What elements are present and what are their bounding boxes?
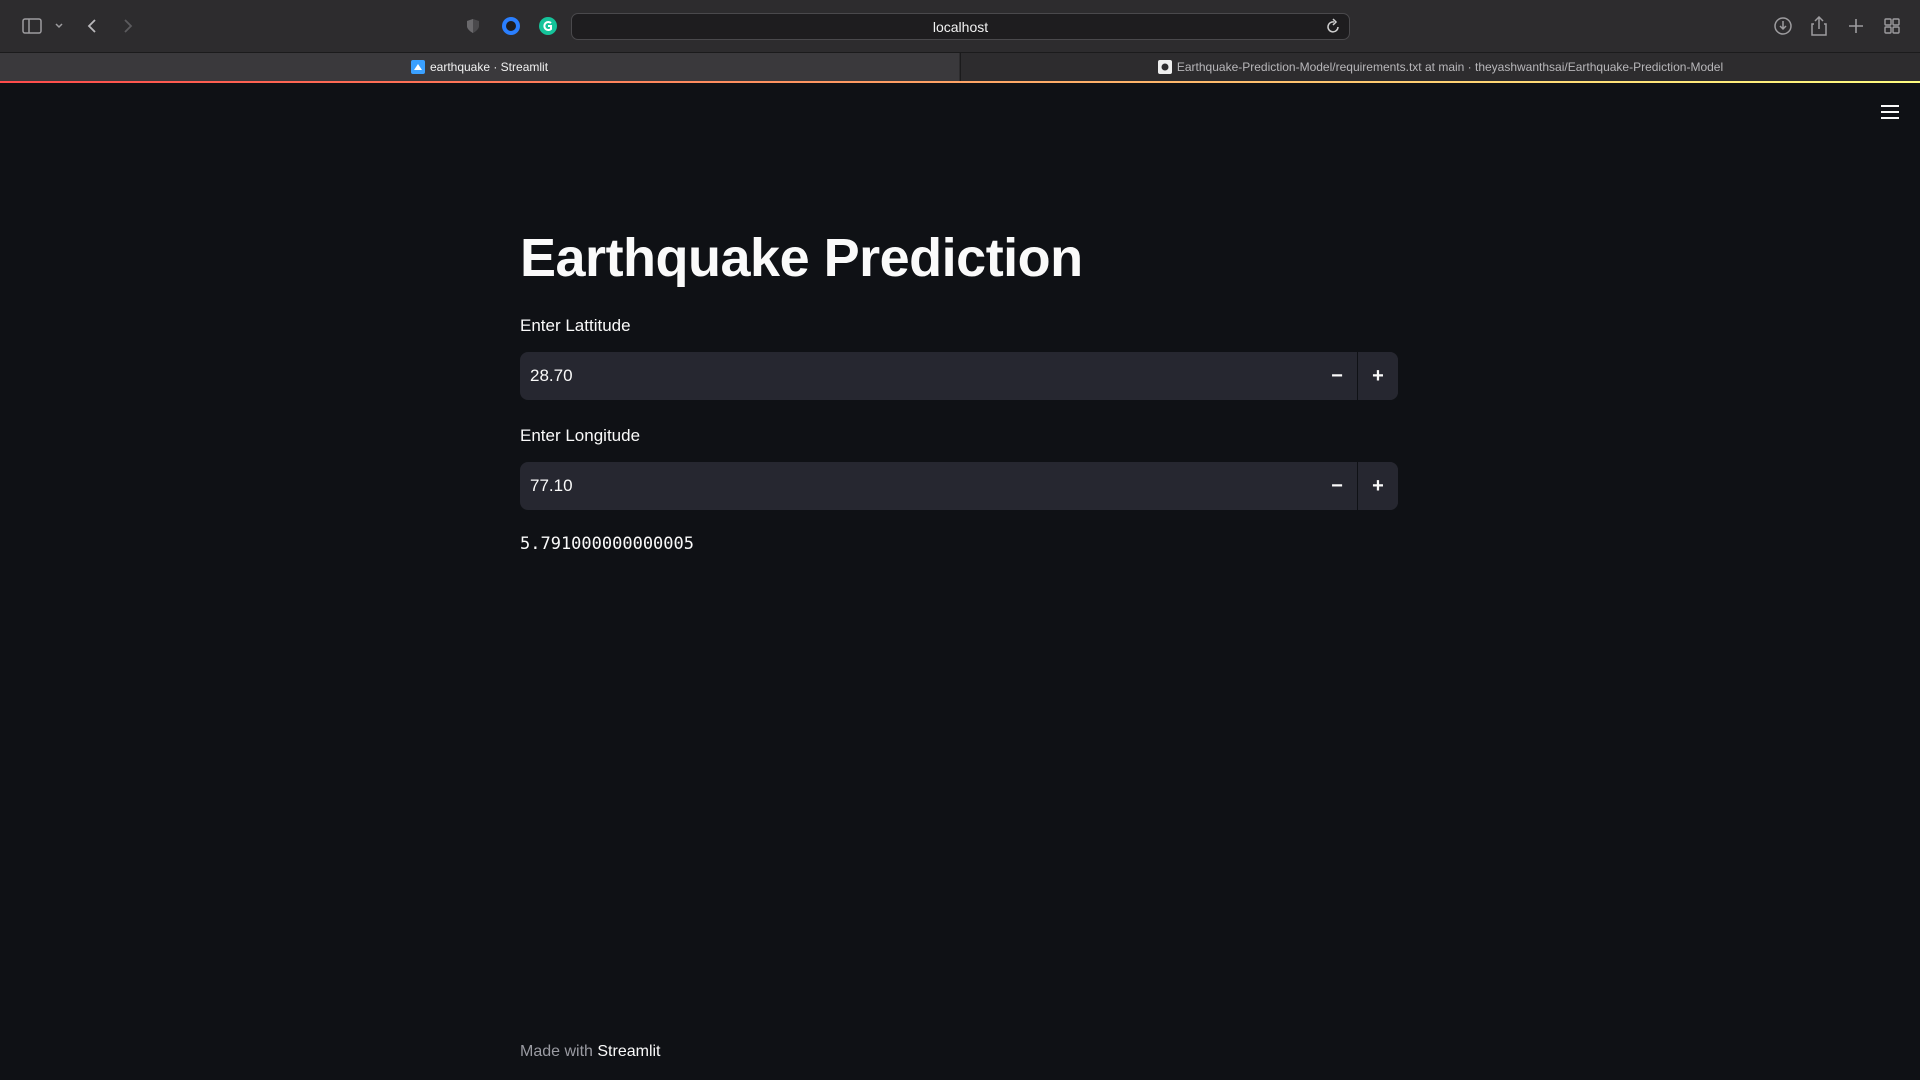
privacy-shield-icon[interactable] [463, 12, 483, 40]
streamlit-icon [410, 60, 425, 74]
forward-icon[interactable] [118, 12, 138, 40]
download-icon[interactable] [1773, 12, 1793, 40]
latitude-increment-button[interactable]: + [1358, 352, 1398, 400]
latitude-input[interactable] [520, 352, 1317, 400]
hamburger-menu-icon[interactable] [1876, 100, 1904, 124]
new-tab-icon[interactable] [1846, 12, 1866, 40]
longitude-input[interactable] [520, 462, 1317, 510]
latitude-label: Enter Lattitude [520, 316, 631, 335]
latitude-input-group: − + [520, 352, 1398, 400]
address-bar[interactable]: localhost [571, 13, 1350, 40]
tab-overview-icon[interactable] [1882, 12, 1902, 40]
grammarly-icon[interactable] [537, 12, 559, 40]
back-icon[interactable] [82, 12, 102, 40]
sidebar-toggle-icon[interactable] [20, 12, 44, 40]
share-icon[interactable] [1809, 12, 1829, 40]
streamlit-decoration-bar [0, 81, 1920, 83]
longitude-label: Enter Longitude [520, 426, 641, 445]
footer: Made with Streamlit [520, 1043, 661, 1061]
tab-label: earthquake · Streamlit [429, 60, 549, 74]
reload-icon[interactable] [1325, 18, 1341, 39]
browser-toolbar: localhost [0, 0, 1920, 52]
footer-streamlit-link[interactable]: Streamlit [597, 1043, 660, 1060]
tab-bar: earthquake · Streamlit Earthquake-Predic… [0, 52, 1920, 81]
page-title: Earthquake Prediction [520, 228, 1083, 288]
longitude-input-group: − + [520, 462, 1398, 510]
tab-streamlit[interactable]: earthquake · Streamlit [0, 53, 959, 81]
github-icon [1157, 60, 1172, 74]
url-text: localhost [932, 18, 989, 35]
tab-label: Earthquake-Prediction-Model/requirements… [1176, 60, 1724, 74]
prediction-result: 5.791000000000005 [520, 534, 694, 554]
footer-prefix: Made with [520, 1043, 593, 1060]
extension-blue-icon[interactable] [500, 12, 522, 40]
latitude-decrement-button[interactable]: − [1317, 352, 1357, 400]
longitude-increment-button[interactable]: + [1358, 462, 1398, 510]
chevron-down-icon[interactable] [52, 12, 66, 40]
tab-github[interactable]: Earthquake-Prediction-Model/requirements… [960, 53, 1920, 81]
longitude-decrement-button[interactable]: − [1317, 462, 1357, 510]
